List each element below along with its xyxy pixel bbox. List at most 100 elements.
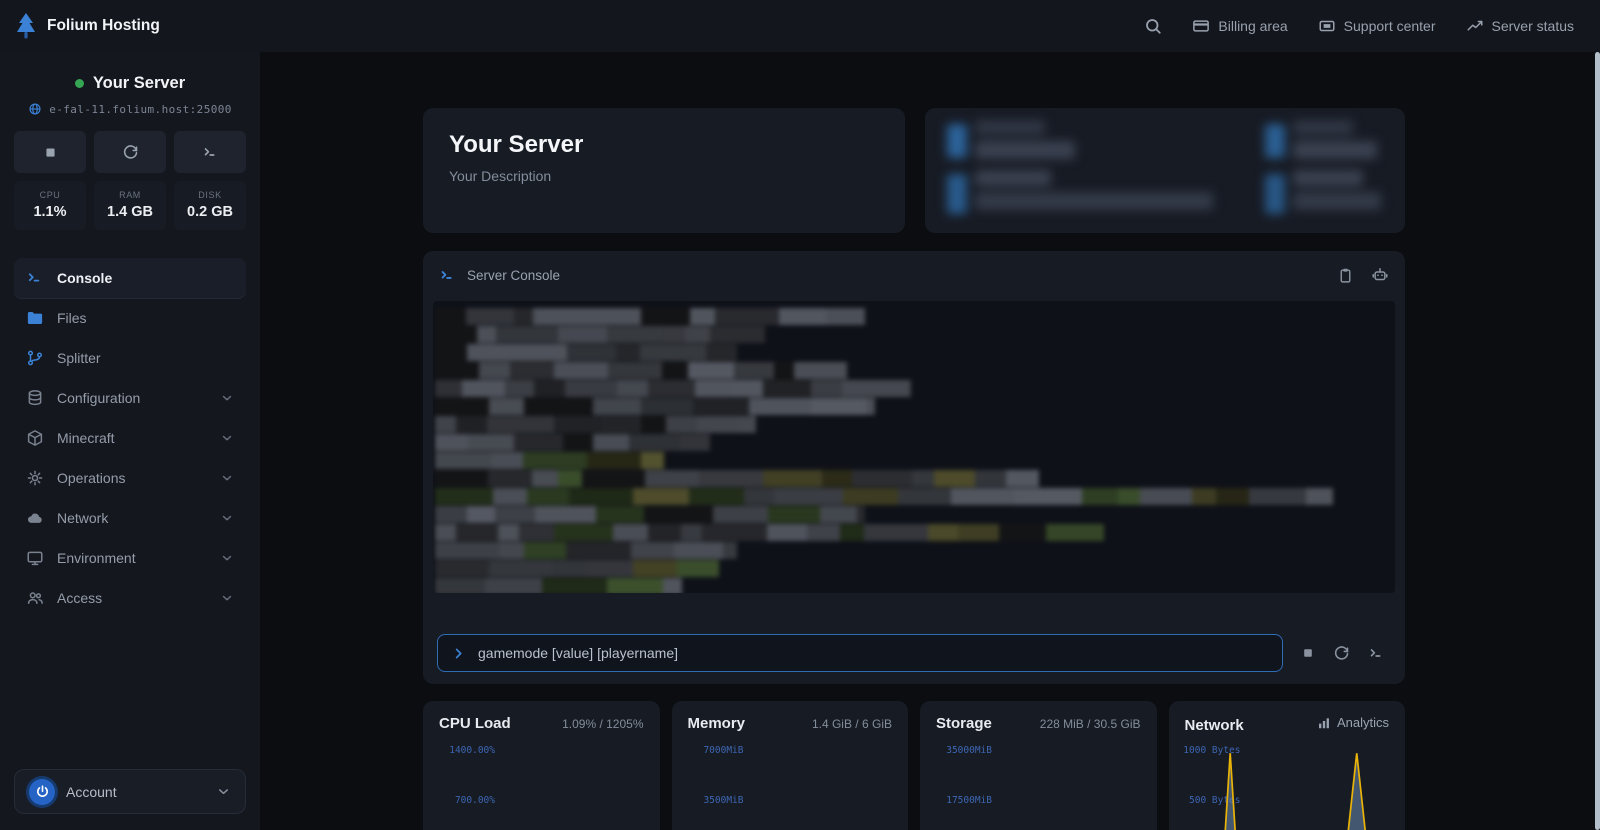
cpu-card-title: CPU Load [439,715,511,732]
search-icon[interactable] [1144,17,1162,35]
gear-icon [26,469,44,487]
nav-label: Files [57,310,87,326]
terminal-icon [439,267,456,284]
stop-button[interactable] [14,131,86,173]
sidebar: Your Server e-fal-11.folium.host:25000 C… [0,52,260,830]
main-content: Your Server Your Description [260,52,1600,830]
stat-cpu-label: CPU [14,190,86,200]
analytics-link[interactable]: Analytics [1317,715,1389,730]
memory-card-title: Memory [688,715,746,732]
storage-card-title: Storage [936,715,992,732]
stat-disk-value: 0.2 GB [174,204,246,220]
command-input[interactable] [478,645,1269,661]
brand-name: Folium Hosting [47,17,160,35]
network-chart [1183,747,1398,830]
redacted-allocation-content [925,108,1405,233]
server-info-card: Your Server Your Description [423,108,905,233]
stat-cpu-value: 1.1% [14,204,86,220]
command-input-box [437,634,1283,672]
nav-label: Minecraft [57,430,115,446]
cpu-ytick-2: 700.00% [435,795,495,806]
account-button[interactable]: Account [14,769,246,814]
cloud-icon [26,509,44,527]
sidebar-item-access[interactable]: Access [14,578,246,618]
folder-icon [26,309,44,327]
chevron-down-icon [216,784,231,799]
server-description: Your Description [449,168,879,184]
chevron-down-icon [220,391,234,405]
branch-icon [26,349,44,367]
stat-cpu: CPU 1.1% [14,181,86,230]
monitor-icon [26,549,44,567]
stop-icon [43,145,58,160]
stat-disk-label: DISK [174,190,246,200]
sidebar-item-environment[interactable]: Environment [14,538,246,578]
account-label: Account [66,784,117,800]
terminal-icon[interactable] [1368,645,1385,662]
power-controls [14,131,246,173]
storage-card-value: 228 MiB / 30.5 GiB [1040,717,1141,731]
sidebar-item-console[interactable]: Console [14,258,246,298]
restart-icon [122,144,139,161]
sidebar-item-files[interactable]: Files [14,298,246,338]
cpu-load-card: CPU Load 1.09% / 1205% 1400.00% 700.00% [423,701,660,830]
topnav-status[interactable]: Server status [1466,17,1574,35]
chevron-down-icon [220,471,234,485]
chart-line-icon [1466,17,1484,35]
server-address[interactable]: e-fal-11.folium.host:25000 [14,102,246,116]
power-avatar-icon [29,779,55,805]
page-title: Your Server [449,131,879,159]
memory-ytick-2: 3500MiB [684,795,744,806]
restart-button[interactable] [94,131,166,173]
chevron-down-icon [220,431,234,445]
topbar: Folium Hosting Billing area Support cent… [0,0,1600,52]
chevron-down-icon [220,551,234,565]
stat-ram: RAM 1.4 GB [94,181,166,230]
clipboard-icon[interactable] [1337,266,1354,284]
topnav-status-label: Server status [1492,18,1574,34]
network-card: Network Analytics 1000 Bytes 500 Bytes [1169,701,1406,830]
memory-card-value: 1.4 GiB / 6 GiB [812,717,892,731]
server-stats: CPU 1.1% RAM 1.4 GB DISK 0.2 GB [14,181,246,230]
chevron-down-icon [220,591,234,605]
sidebar-item-configuration[interactable]: Configuration [14,378,246,418]
sidebar-item-minecraft[interactable]: Minecraft [14,418,246,458]
stat-ram-value: 1.4 GB [94,204,166,220]
topnav-support[interactable]: Support center [1318,17,1436,35]
server-status-dot [75,79,84,88]
nav-label: Configuration [57,390,140,406]
nav-label: Environment [57,550,136,566]
console-output[interactable] [433,301,1395,593]
stop-icon[interactable] [1301,646,1315,660]
brand-logo[interactable]: Folium Hosting [14,12,160,40]
allocation-card-redacted [925,108,1405,233]
topnav-billing[interactable]: Billing area [1192,17,1287,35]
nav-label: Splitter [57,350,101,366]
restart-icon[interactable] [1333,645,1350,662]
cube-icon [26,429,44,447]
topnav-billing-label: Billing area [1218,18,1287,34]
nav-label: Operations [57,470,125,486]
topnav: Billing area Support center Server statu… [1144,17,1574,35]
topnav-support-label: Support center [1344,18,1436,34]
console-button[interactable] [174,131,246,173]
storage-card: Storage 228 MiB / 30.5 GiB 35000MiB 1750… [920,701,1157,830]
terminal-icon [26,269,44,287]
robot-icon[interactable] [1371,266,1389,284]
storage-ytick-2: 17500MiB [932,795,992,806]
stat-disk: DISK 0.2 GB [174,181,246,230]
credit-card-icon [1192,17,1210,35]
cpu-ytick-1: 1400.00% [435,745,495,756]
terminal-icon [202,144,219,161]
console-title: Server Console [467,268,560,283]
redacted-console-text [435,308,1395,593]
sidebar-nav: Console Files Splitter Configuration [14,258,246,618]
nav-label: Console [57,270,112,286]
server-console-card: Server Console [423,251,1405,684]
sidebar-item-network[interactable]: Network [14,498,246,538]
sidebar-item-operations[interactable]: Operations [14,458,246,498]
sidebar-item-splitter[interactable]: Splitter [14,338,246,378]
chevron-right-icon [451,646,466,661]
page-scrollbar[interactable] [1595,52,1600,830]
nav-label: Access [57,590,102,606]
